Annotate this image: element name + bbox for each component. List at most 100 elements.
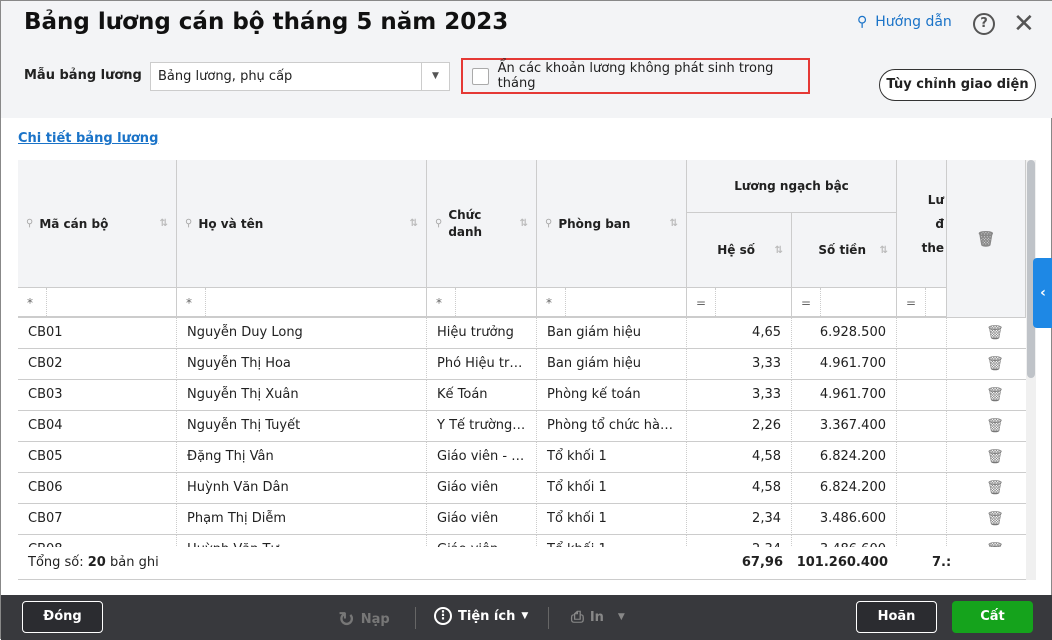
cell-next (897, 349, 947, 380)
pin-icon[interactable]: ⚲ (545, 218, 552, 229)
table-row[interactable]: CB05Đặng Thị VânGiáo viên - Tổ trưởngTổ … (18, 442, 1026, 473)
printer-icon: ⎙ (571, 607, 584, 626)
header-heso[interactable]: Hệ số ⇅ (687, 213, 792, 288)
sort-icon[interactable]: ⇅ (410, 218, 418, 229)
close-icon[interactable]: ✕ (1013, 9, 1035, 39)
delete-row-icon[interactable]: 🗑 (964, 442, 1026, 472)
sum-sotien: 101.260.400 (796, 555, 888, 570)
cell-so-tien: 4.961.700 (792, 380, 897, 411)
delete-row-icon[interactable]: 🗑 (964, 504, 1026, 534)
pin-icon[interactable]: ⚲ (435, 218, 442, 229)
cell-he-so: 2,34 (687, 504, 792, 535)
cell-chuc-danh: Giáo viên (427, 504, 537, 535)
cell-ho-ten: Đặng Thị Vân (177, 442, 427, 473)
cell-ho-ten: Nguyễn Duy Long (177, 318, 427, 349)
cell-so-tien: 6.928.500 (792, 318, 897, 349)
cell-so-tien: 6.824.200 (792, 442, 897, 473)
delete-all-icon[interactable]: 🗑 (947, 160, 1026, 318)
cell-ma-can-bo: CB03 (18, 380, 177, 411)
cell-so-tien: 3.486.600 (792, 504, 897, 535)
header-next[interactable]: Lư đ the (897, 160, 947, 288)
cell-phong-ban: Phòng kế toán (537, 380, 687, 411)
template-select[interactable]: Bảng lương, phụ cấp ▼ (150, 62, 450, 91)
cell-chuc-danh: Giáo viên - Tổ trưởng (427, 442, 537, 473)
table-row[interactable]: CB01 Nguyễn Duy Long Hiệu trưởng Ban giám h… (18, 318, 1026, 349)
dialog-title: Bảng lương cán bộ tháng 5 năm 2023 (24, 9, 509, 35)
cell-next (897, 442, 947, 473)
header-area: Bảng lương cán bộ tháng 5 năm 2023 ⚲ Hướn… (1, 1, 1052, 118)
print-button[interactable]: ⎙ In ▼ (571, 607, 625, 627)
delete-row-icon[interactable]: 🗑 (964, 411, 1026, 441)
sum-next: 7.: (932, 555, 952, 570)
sort-icon[interactable]: ⇅ (160, 218, 168, 229)
chevron-down-icon[interactable]: ▼ (421, 63, 449, 90)
question-icon[interactable]: ? (973, 13, 995, 35)
record-count: Tổng số: 20 bản ghi (28, 555, 159, 570)
delete-row-icon[interactable]: 🗑 (964, 318, 1026, 348)
cell-chuc-danh: Hiệu trưởng (427, 318, 537, 349)
guide-icon: ⚲ (857, 14, 868, 30)
table-row[interactable]: CB07 Phạm Thị Diễm Giáo viên Tổ khối 1 2,34 3… (18, 504, 1026, 535)
close-button[interactable]: Đóng (22, 601, 103, 633)
cancel-button[interactable]: Hoãn (856, 601, 937, 633)
table-row[interactable]: CB06 Huỳnh Văn Dân Giáo viên Tổ khối 1 4,58 6… (18, 473, 1026, 504)
sort-icon[interactable]: ⇅ (670, 218, 678, 229)
detail-link[interactable]: Chi tiết bảng lương (18, 131, 158, 146)
header-ma[interactable]: ⚲ Mã cán bộ ⇅ (18, 160, 177, 288)
filter-chuc-danh[interactable]: * (427, 288, 537, 318)
sort-icon[interactable]: ⇅ (775, 245, 783, 256)
save-button[interactable]: Cất (952, 601, 1033, 633)
cell-ma-can-bo: CB05 (18, 442, 177, 473)
cell-ma-can-bo: CB02 (18, 349, 177, 380)
cell-he-so: 3,33 (687, 380, 792, 411)
more-icon: ⋮ (434, 607, 452, 625)
delete-row-icon[interactable]: 🗑 (964, 349, 1026, 379)
footer-bar: Đóng ↻ Nạp ⋮ Tiện ích ▼ ⎙ In ▼ Hoãn Cất (1, 595, 1052, 640)
filter-sotien[interactable]: = (792, 288, 897, 318)
cell-chuc-danh: Kế Toán (427, 380, 537, 411)
header-phong[interactable]: ⚲ Phòng ban ⇅ (537, 160, 687, 288)
filter-heso[interactable]: = (687, 288, 792, 318)
utilities-button[interactable]: ⋮ Tiện ích ▼ (434, 607, 528, 625)
help-link[interactable]: ⚲ Hướng dẫn (857, 14, 952, 30)
summary-row: Tổng số: 20 bản ghi 67,96 101.260.400 7.… (18, 547, 1026, 580)
cell-ma-can-bo: CB01 (18, 318, 177, 349)
table-row[interactable]: CB04 Nguyễn Thị Tuyết Y Tế trường học Phòng… (18, 411, 1026, 442)
cell-ma-can-bo: CB06 (18, 473, 177, 504)
table-row[interactable]: CB02 Nguyễn Thị Hoa Phó Hiệu trưởng Ban giá… (18, 349, 1026, 380)
header-chuc-danh[interactable]: ⚲ Chức danh ⇅ (427, 160, 537, 288)
cell-next (897, 473, 947, 504)
cell-ma-can-bo: CB07 (18, 504, 177, 535)
cell-phong-ban: Ban giám hiệu (537, 349, 687, 380)
pin-icon[interactable]: ⚲ (185, 218, 192, 229)
delete-row-icon[interactable]: 🗑 (964, 380, 1026, 410)
reload-button[interactable]: ↻ Nạp (338, 607, 390, 631)
cell-he-so: 4,58 (687, 442, 792, 473)
header-sotien[interactable]: Số tiền ⇅ (792, 213, 897, 288)
filter-next[interactable]: = (897, 288, 947, 318)
hide-empty-checkbox[interactable]: Ẩn các khoản lương không phát sinh trong… (461, 58, 810, 94)
caret-down-icon: ▼ (617, 612, 625, 622)
cell-so-tien: 3.367.400 (792, 411, 897, 442)
pin-icon[interactable]: ⚲ (26, 218, 33, 229)
header-ten[interactable]: ⚲ Họ và tên ⇅ (177, 160, 427, 288)
cell-so-tien: 4.961.700 (792, 349, 897, 380)
delete-row-icon[interactable]: 🗑 (964, 473, 1026, 503)
vertical-scrollbar[interactable] (1026, 160, 1036, 580)
cell-ho-ten: Huỳnh Văn Dân (177, 473, 427, 504)
cell-he-so: 4,65 (687, 318, 792, 349)
cell-phong-ban: Tổ khối 1 (537, 442, 687, 473)
sort-icon[interactable]: ⇅ (880, 245, 888, 256)
cell-next (897, 380, 947, 411)
side-panel-toggle[interactable]: ‹ (1033, 258, 1052, 328)
cell-chuc-danh: Y Tế trường học (427, 411, 537, 442)
checkbox[interactable] (472, 67, 489, 85)
filter-ma[interactable]: * (18, 288, 177, 318)
cell-phong-ban: Tổ khối 1 (537, 504, 687, 535)
customize-button[interactable]: Tùy chỉnh giao diện (879, 69, 1036, 101)
sort-icon[interactable]: ⇅ (520, 218, 528, 229)
cell-so-tien: 6.824.200 (792, 473, 897, 504)
filter-ten[interactable]: * (177, 288, 427, 318)
table-row[interactable]: CB03 Nguyễn Thị Xuân Kế Toán Phòng kế toán 3… (18, 380, 1026, 411)
filter-phong[interactable]: * (537, 288, 687, 318)
